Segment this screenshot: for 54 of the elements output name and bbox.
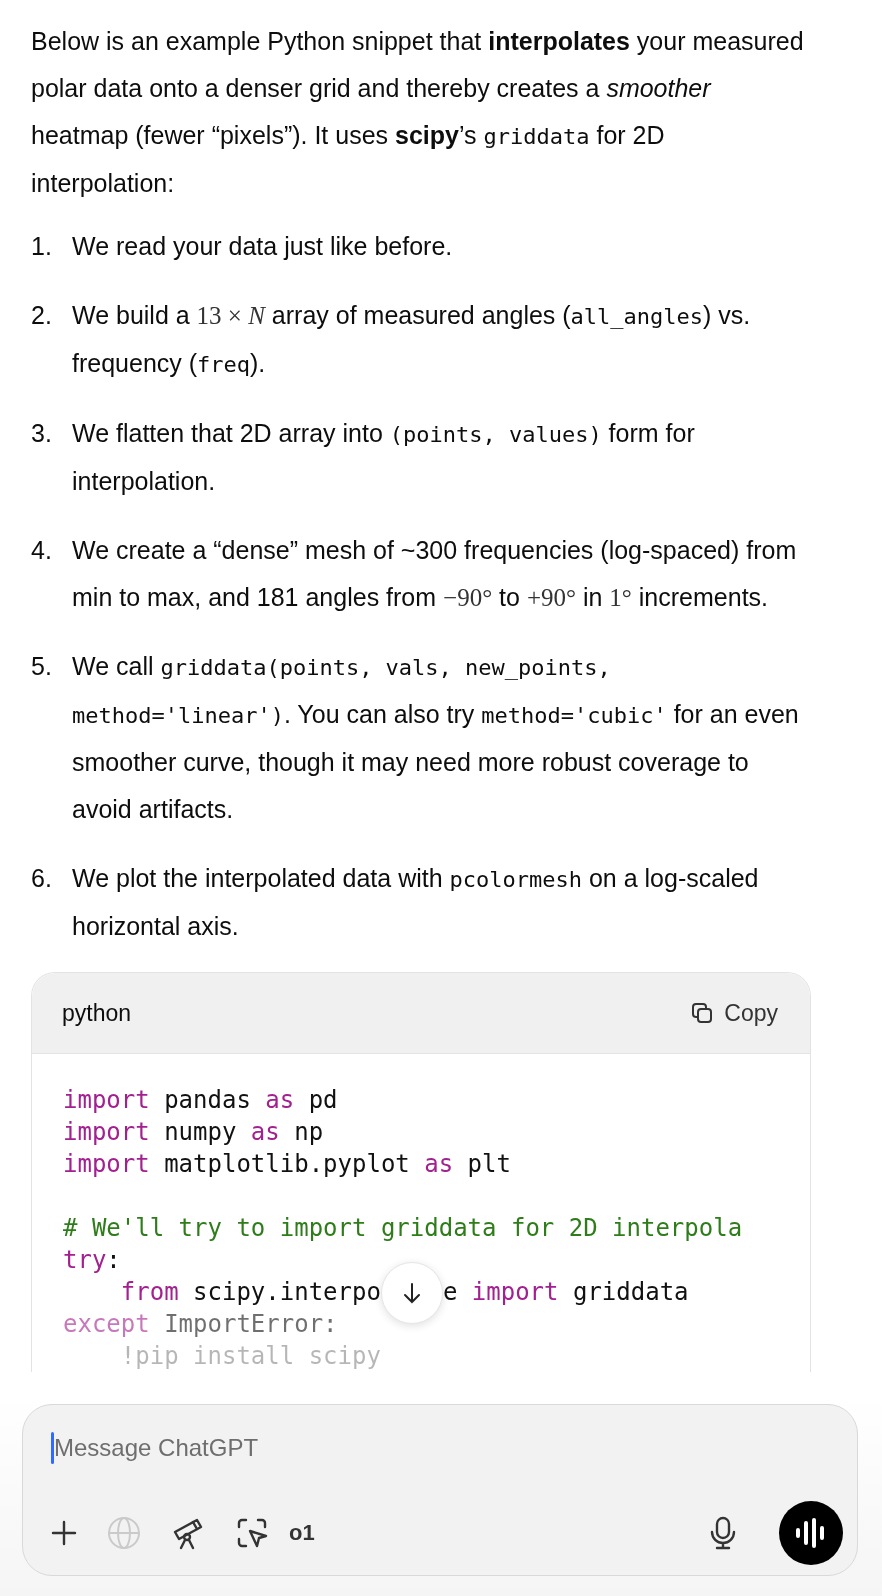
code-text: scipy.interpo bbox=[192, 1278, 381, 1306]
step-number: 2. bbox=[31, 300, 53, 331]
code-comment: # We'll try to import griddata for 2D interpola bbox=[63, 1214, 743, 1242]
code-text: !pip install scipy bbox=[120, 1342, 381, 1370]
code-keyword: import bbox=[63, 1086, 150, 1114]
code-keyword: import bbox=[63, 1150, 150, 1178]
copy-icon bbox=[690, 1001, 715, 1025]
globe-icon bbox=[107, 1516, 141, 1550]
code-text: pandas bbox=[163, 1086, 252, 1114]
code-text: numpy bbox=[163, 1118, 238, 1146]
code-text: : bbox=[106, 1246, 121, 1274]
intro-paragraph: Below is an example Python snippet that interpolates your measured polar data onto a denser grid and thereby creates a smoother heatmap (fewer “pixels”). It uses scipy’s griddata for 2D interpolation: bbox=[31, 26, 805, 199]
code-text: griddata bbox=[571, 1278, 689, 1306]
microphone-icon bbox=[709, 1516, 737, 1550]
copy-button[interactable]: Copy bbox=[686, 995, 782, 1031]
model-selector[interactable]: o1 bbox=[289, 1520, 315, 1546]
telescope-button[interactable] bbox=[171, 1516, 205, 1550]
code-keyword: as bbox=[265, 1086, 295, 1114]
step-number: 3. bbox=[31, 418, 53, 449]
language-label: python bbox=[62, 999, 132, 1027]
code-text: matplotlib.pyplot bbox=[163, 1150, 411, 1178]
code-text: ImportError: bbox=[163, 1310, 338, 1338]
scroll-down-button[interactable] bbox=[380, 1262, 443, 1324]
code-text: e bbox=[442, 1278, 459, 1306]
step-text: We plot the interpolated data with pcolormesh on a log-scaled horizontal axis. bbox=[72, 863, 760, 942]
telescope-icon bbox=[171, 1516, 205, 1550]
code-keyword: from bbox=[120, 1278, 179, 1306]
code-keyword: as bbox=[250, 1118, 280, 1146]
step-text: We build a 13 × N array of measured angles (all_angles) vs. frequency (freq). bbox=[72, 300, 752, 379]
down-arrow-icon bbox=[401, 1282, 422, 1304]
step-number: 5. bbox=[31, 651, 53, 682]
code-text: plt bbox=[466, 1150, 511, 1178]
code-text: np bbox=[293, 1118, 324, 1146]
plus-button[interactable] bbox=[51, 1520, 77, 1546]
step-text: We call griddata(points, vals, new_points, method='linear'). You can also try method='cubic' for an even smoother curve, though it may need more robust coverage to avoid artifacts. bbox=[72, 651, 800, 825]
plus-icon bbox=[51, 1520, 77, 1546]
code-keyword: import bbox=[63, 1118, 150, 1146]
code-keyword: try bbox=[63, 1246, 107, 1274]
code-keyword: except bbox=[63, 1310, 150, 1338]
message-input[interactable]: Message ChatGPT bbox=[54, 1434, 843, 1462]
step-number: 4. bbox=[31, 535, 53, 566]
step-number: 6. bbox=[31, 863, 53, 894]
code-text: pd bbox=[307, 1086, 338, 1114]
step-text: We flatten that 2D array into (points, values) form for interpolation. bbox=[72, 418, 696, 497]
code-keyword: as bbox=[424, 1150, 454, 1178]
step-text: We create a “dense” mesh of ~300 frequencies (log-spaced) from min to max, and 181 angles from −90° to +90° in 1° increments. bbox=[72, 535, 798, 613]
microphone-button[interactable] bbox=[709, 1516, 737, 1550]
step-number: 1. bbox=[31, 231, 53, 262]
sound-wave-icon bbox=[795, 1518, 827, 1548]
selection-cursor-icon bbox=[235, 1516, 269, 1550]
code-keyword: import bbox=[471, 1278, 559, 1306]
text-cursor bbox=[51, 1432, 54, 1464]
step-text: We read your data just like before. bbox=[72, 231, 454, 262]
screen-select-button[interactable] bbox=[235, 1516, 269, 1550]
